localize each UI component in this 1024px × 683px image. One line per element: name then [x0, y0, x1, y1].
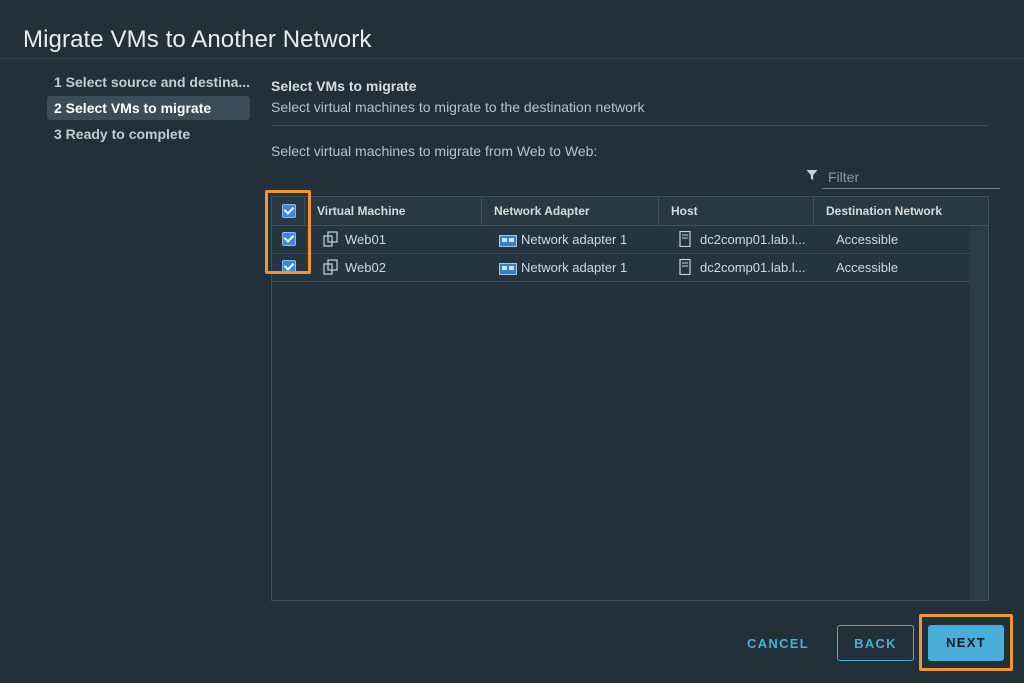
grid-header: Virtual Machine Network Adapter Host Des…: [272, 197, 988, 226]
table-row[interactable]: Web01 Network adapter 1 dc2comp01.lab.l.…: [272, 226, 970, 254]
section-divider: [271, 125, 989, 126]
adapter-name: Network adapter 1: [521, 260, 628, 275]
destination-network: Accessible: [836, 232, 899, 247]
filter-icon: [806, 170, 818, 180]
filter-box: [806, 166, 1000, 190]
host-icon: [679, 231, 691, 247]
column-separator: [481, 197, 482, 225]
wizard-step-label: 1 Select source and destina...: [54, 74, 250, 90]
network-adapter-icon: [499, 263, 517, 275]
cancel-button[interactable]: CANCEL: [740, 626, 816, 662]
wizard-step-label: 3 Ready to complete: [54, 126, 191, 142]
destination-network: Accessible: [836, 260, 899, 275]
vm-icon: [323, 231, 338, 247]
vm-name[interactable]: Web02: [345, 254, 386, 281]
section-description: Select virtual machines to migrate to th…: [271, 99, 645, 115]
checkbox-highlight: [265, 190, 311, 274]
title-divider: [0, 58, 1024, 59]
instruction-text: Select virtual machines to migrate from …: [271, 143, 598, 159]
next-button[interactable]: NEXT: [928, 625, 1004, 661]
section-title: Select VMs to migrate: [271, 78, 417, 94]
back-button[interactable]: BACK: [837, 625, 914, 661]
column-header-host[interactable]: Host: [671, 197, 698, 225]
adapter-name: Network adapter 1: [521, 232, 628, 247]
wizard-step-label: 2 Select VMs to migrate: [54, 100, 212, 116]
wizard-step-3[interactable]: 3 Ready to complete: [47, 122, 190, 146]
grid-scrollbar[interactable]: [970, 226, 988, 600]
wizard-step-2[interactable]: 2 Select VMs to migrate: [47, 96, 250, 120]
column-header-virtual-machine[interactable]: Virtual Machine: [317, 197, 405, 225]
column-separator: [658, 197, 659, 225]
vm-name[interactable]: Web01: [345, 226, 386, 253]
host-name[interactable]: dc2comp01.lab.l...: [700, 226, 806, 253]
table-row[interactable]: Web02 Network adapter 1 dc2comp01.lab.l.…: [272, 254, 970, 282]
vm-icon: [323, 259, 338, 275]
host-icon: [679, 259, 691, 275]
vm-grid: Virtual Machine Network Adapter Host Des…: [271, 196, 989, 601]
host-name[interactable]: dc2comp01.lab.l...: [700, 254, 806, 281]
network-adapter-icon: [499, 235, 517, 247]
wizard-step-1[interactable]: ✔ 1 Select source and destina...: [47, 70, 250, 94]
dialog-title: Migrate VMs to Another Network: [23, 26, 372, 53]
filter-input[interactable]: [822, 166, 1000, 189]
column-separator: [813, 197, 814, 225]
column-header-destination-network[interactable]: Destination Network: [826, 197, 942, 225]
column-header-network-adapter[interactable]: Network Adapter: [494, 197, 590, 225]
